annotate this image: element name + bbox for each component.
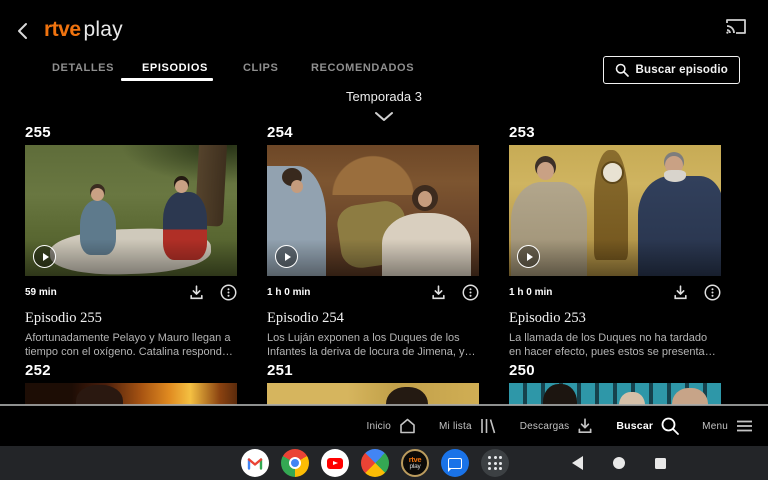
season-selector[interactable]: Temporada 3 [0,89,768,104]
back-button[interactable] [14,21,34,41]
download-icon[interactable] [430,284,447,301]
episode-thumbnail[interactable] [25,383,237,405]
nav-inicio-label: Inicio [366,421,391,432]
more-options-icon[interactable] [220,284,237,301]
gmail-app-icon[interactable] [241,449,269,477]
tab-detalles[interactable]: DETALLES [52,62,114,74]
nav-descargas[interactable]: Descargas [520,417,595,435]
youtube-app-icon[interactable] [321,449,349,477]
rtve-badge-bottom: play [409,464,420,471]
nav-inicio[interactable]: Inicio [366,417,417,435]
chevron-down-icon[interactable] [374,109,394,120]
episode-duration: 59 min [25,287,57,298]
episode-number: 252 [25,362,237,379]
search-icon [615,63,629,77]
episode-card-252: 252 [25,362,237,405]
rtve-play-app: rtve play DETALLES EPISODIOS CLIPS RECOM… [0,0,768,480]
tab-recomendados[interactable]: RECOMENDADOS [311,62,414,74]
episode-duration: 1 h 0 min [509,287,552,298]
episode-number: 253 [509,124,721,141]
episode-duration: 1 h 0 min [267,287,310,298]
all-apps-icon[interactable] [481,449,509,477]
episode-description: Los Luján exponen a los Duques de los In… [267,332,479,359]
chromecast-icon[interactable] [724,17,748,36]
search-icon [660,416,680,436]
episode-card-251: 251 [267,362,479,405]
download-icon [576,417,594,435]
app-bottom-nav: Inicio Mi lista Descargas Buscar [0,406,768,446]
chrome-app-icon[interactable] [281,449,309,477]
logo-rtve-text: rtve [44,18,81,42]
search-episode-label: Buscar episodio [636,64,728,76]
episode-card-254: 254 1 h 0 min Episodio 254 Los Luján exp… [267,124,479,359]
download-icon[interactable] [188,284,205,301]
library-icon [479,417,498,435]
episode-thumbnail[interactable] [267,383,479,405]
android-back-button[interactable] [572,456,583,470]
search-episode-button[interactable]: Buscar episodio [603,56,740,84]
episode-thumbnail[interactable] [25,145,237,276]
chevron-left-icon [14,21,34,41]
episode-thumbnail[interactable] [509,145,721,276]
episode-description: Afortunadamente Pelayo y Mauro llegan a … [25,332,237,359]
android-system-nav [572,446,666,480]
nav-buscar[interactable]: Buscar [616,416,680,436]
hamburger-menu-icon [735,418,754,434]
rtve-play-app-icon[interactable]: rtve play [401,449,429,477]
play-icon[interactable] [517,245,540,268]
episode-card-253: 253 1 h 0 min Episodio 253 La llamada de… [509,124,721,359]
nav-mi-lista-label: Mi lista [439,421,472,432]
episode-thumbnail[interactable] [267,145,479,276]
home-icon [398,417,417,435]
taskbar-dock: rtve play [241,449,509,477]
episode-title[interactable]: Episodio 253 [509,310,721,327]
google-photos-app-icon[interactable] [361,449,389,477]
android-recents-button[interactable] [655,458,666,469]
android-taskbar: rtve play [0,446,768,480]
episode-number: 255 [25,124,237,141]
episode-number: 250 [509,362,721,379]
tab-clips[interactable]: CLIPS [243,62,278,74]
active-tab-underline [121,78,213,81]
episode-description: La llamada de los Duques no ha tardado e… [509,332,721,359]
play-icon[interactable] [33,245,56,268]
episode-card-255: 255 59 min Episodio 255 Afortunadamente … [25,124,237,359]
logo-play-text: play [84,18,123,42]
nav-mi-lista[interactable]: Mi lista [439,417,498,435]
messages-app-icon[interactable] [441,449,469,477]
nav-menu-label: Menu [702,421,728,432]
nav-descargas-label: Descargas [520,421,570,432]
episode-number: 251 [267,362,479,379]
nav-buscar-label: Buscar [616,420,653,432]
download-icon[interactable] [672,284,689,301]
more-options-icon[interactable] [462,284,479,301]
episode-card-250: 250 [509,362,721,405]
android-home-button[interactable] [613,457,625,469]
episode-number: 254 [267,124,479,141]
play-icon[interactable] [275,245,298,268]
rtve-play-logo[interactable]: rtve play [44,18,123,42]
episode-title[interactable]: Episodio 254 [267,310,479,327]
episode-thumbnail[interactable] [509,383,721,405]
episode-title[interactable]: Episodio 255 [25,310,237,327]
more-options-icon[interactable] [704,284,721,301]
nav-menu[interactable]: Menu [702,418,754,434]
tab-episodios[interactable]: EPISODIOS [142,62,208,74]
